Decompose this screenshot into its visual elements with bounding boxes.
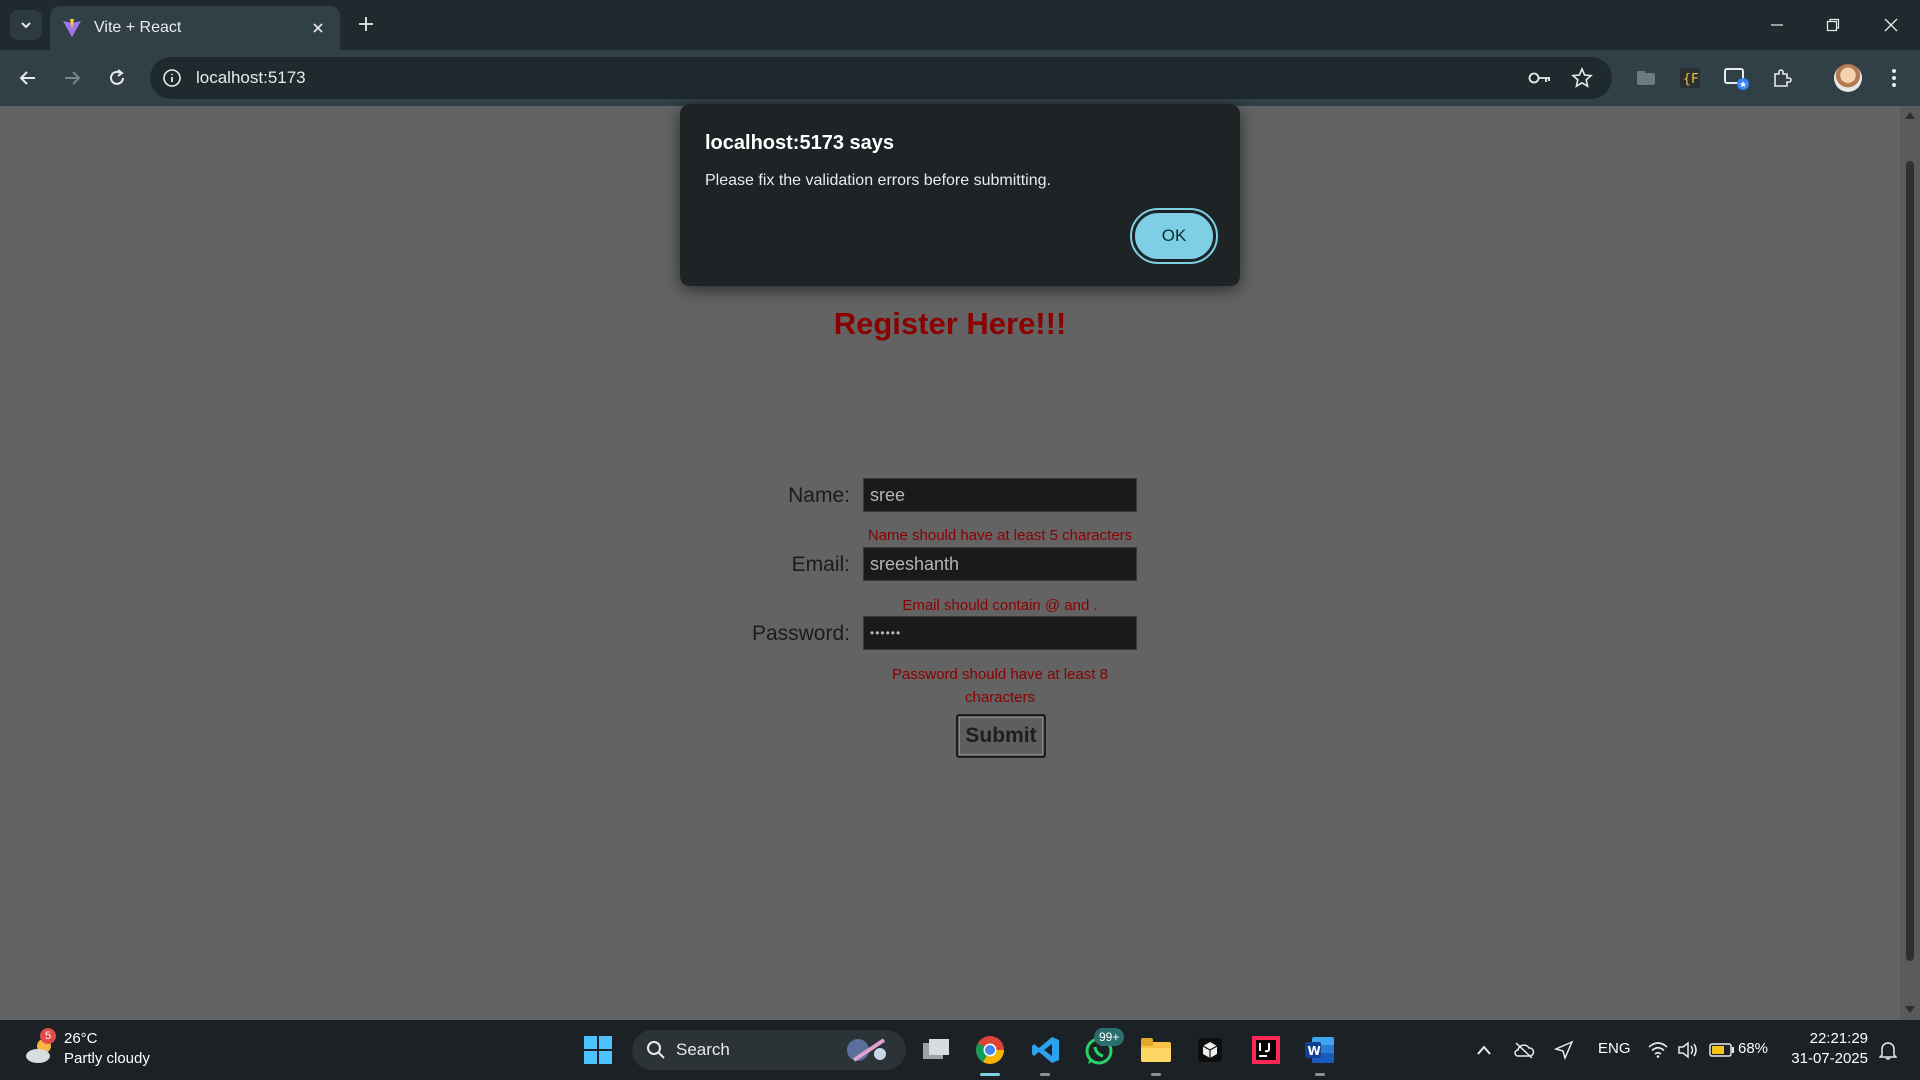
wifi-icon[interactable] [1646,1038,1670,1062]
tab-title: Vite + React [94,19,182,36]
battery-icon[interactable] [1708,1038,1736,1062]
battery-percent[interactable]: 68% [1738,1040,1768,1057]
extension-screen-icon[interactable] [1722,64,1750,92]
reload-icon [110,69,124,85]
notification-bell-icon[interactable] [1876,1038,1900,1062]
reload-button[interactable] [103,64,131,92]
address-bar[interactable]: localhost:5173 [150,57,1612,99]
minimize-icon [1771,24,1783,26]
svg-text:{F: {F [1683,72,1699,87]
arrow-right-icon [65,71,81,85]
folder-icon [1141,1038,1171,1062]
onedrive-offline-icon[interactable] [1512,1038,1536,1062]
vscode-taskbar-button[interactable] [1026,1030,1066,1070]
svg-text:W: W [1308,1044,1321,1058]
ok-button[interactable]: OK [1130,208,1218,264]
weather-description[interactable]: Partly cloudy [64,1050,150,1067]
password-key-icon[interactable] [1528,66,1552,90]
password-label: Password: [751,622,850,645]
profile-avatar[interactable] [1834,64,1862,92]
minimize-button[interactable] [1762,10,1792,40]
search-highlight-icon [847,1038,886,1062]
search-icon [647,1041,665,1059]
browser-toolbar: localhost:5173 {F [0,50,1920,106]
word-icon: W [1305,1037,1334,1063]
location-arrow-icon[interactable] [1552,1038,1576,1062]
weather-temperature[interactable]: 26°C [64,1030,98,1047]
more-menu-icon[interactable] [1880,64,1908,92]
forward-button[interactable] [58,64,86,92]
dialog-message: Please fix the validation errors before … [705,172,1051,189]
chrome-active-indicator [980,1073,1000,1076]
close-window-button[interactable] [1876,10,1906,40]
word-running-indicator [1315,1073,1325,1076]
email-label: Email: [791,553,850,576]
plus-icon [359,17,373,31]
taskbar-search[interactable]: Search [632,1030,906,1070]
site-info-icon[interactable] [160,66,184,90]
explorer-running-indicator [1151,1073,1161,1076]
url-text[interactable]: localhost:5173 [196,68,306,88]
tab-search-button[interactable] [10,10,42,40]
clock-time[interactable]: 22:21:29 [1776,1030,1868,1047]
file-explorer-taskbar-button[interactable] [1136,1030,1176,1070]
scroll-up-icon[interactable] [1905,112,1915,119]
cube-icon [1198,1038,1222,1062]
name-label: Name: [788,484,850,507]
scroll-thumb[interactable] [1906,161,1914,961]
scroll-down-icon[interactable] [1905,1006,1915,1013]
password-error-line2: characters [964,689,1036,706]
extension-f-icon[interactable]: {F [1676,64,1704,92]
vscode-running-indicator [1040,1073,1050,1076]
name-error: Name should have at least 5 characters [867,527,1133,544]
name-input[interactable] [863,478,1137,512]
clock-date[interactable]: 31-07-2025 [1776,1050,1868,1067]
email-input[interactable] [863,547,1137,581]
chrome-taskbar-button[interactable] [970,1030,1010,1070]
restore-icon [1826,18,1840,32]
close-icon [1884,18,1898,32]
back-button[interactable] [14,64,42,92]
restore-button[interactable] [1818,10,1848,40]
volume-icon[interactable] [1676,1038,1700,1062]
new-tab-button[interactable] [354,12,378,36]
app-cube-taskbar-button[interactable] [1190,1030,1230,1070]
extensions-puzzle-icon[interactable] [1768,64,1796,92]
password-input[interactable] [863,616,1137,650]
search-label: Search [676,1040,730,1059]
vite-favicon-icon [63,19,81,37]
intellij-icon [1252,1036,1280,1064]
alert-dialog: localhost:5173 says Please fix the valid… [680,104,1240,286]
windows-logo-icon [584,1036,612,1064]
intellij-taskbar-button[interactable] [1246,1030,1286,1070]
password-error-line1: Password should have at least 8 [892,666,1108,683]
show-hidden-icons-chevron-icon[interactable] [1472,1038,1496,1062]
chevron-down-icon [21,22,31,29]
word-taskbar-button[interactable]: W [1300,1030,1340,1070]
page-scrollbar[interactable] [1900,106,1920,1020]
chrome-icon [976,1036,1004,1064]
email-error: Email should contain @ and . [902,597,1098,614]
whatsapp-badge: 99+ [1094,1028,1125,1046]
weather-badge: 5 [40,1028,56,1044]
tab-close-icon[interactable] [308,18,328,38]
start-button[interactable] [578,1030,618,1070]
vscode-icon [1032,1037,1059,1063]
language-indicator[interactable]: ENG [1598,1040,1631,1057]
password-error: Password should have at least 8 characte… [850,663,1150,709]
taskbar: 5 26°C Partly cloudy Search 99+ W ENG 68… [0,1020,1920,1080]
task-view-icon [923,1039,949,1059]
task-view-button[interactable] [916,1030,956,1070]
browser-tab[interactable]: Vite + React [50,6,340,50]
bookmark-star-icon[interactable] [1570,66,1594,90]
register-heading: Register Here!!! [833,306,1067,341]
extension-folder-icon[interactable] [1632,64,1660,92]
submit-button[interactable]: Submit [956,714,1046,758]
tab-strip: Vite + React [0,0,1920,50]
dialog-title: localhost:5173 says [705,132,894,154]
arrow-left-icon [19,71,35,85]
